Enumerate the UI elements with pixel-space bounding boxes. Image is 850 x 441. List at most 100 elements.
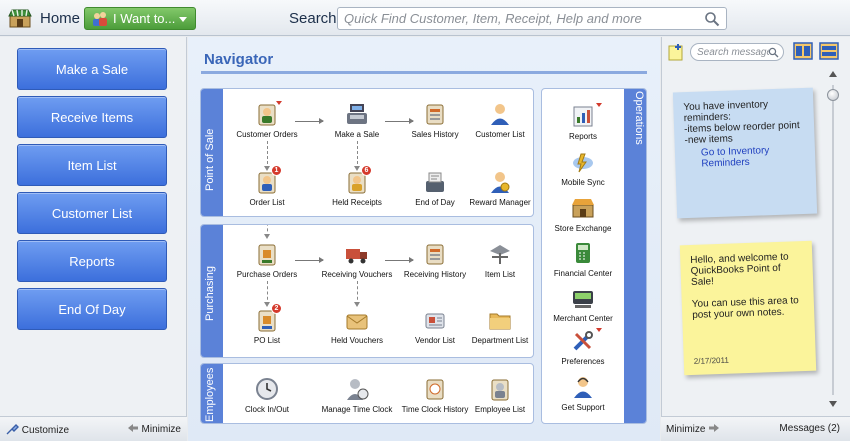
folder-icon [489, 313, 511, 330]
make-a-sale-item[interactable]: Make a Sale [312, 101, 402, 139]
customer-list-button[interactable]: Customer List [17, 192, 167, 234]
inventory-reminders-link[interactable]: Go to Inventory Reminders [701, 144, 806, 169]
home-link[interactable]: Home [40, 10, 80, 27]
reports-icon [573, 106, 593, 127]
search-icon[interactable] [768, 47, 779, 58]
i-want-to-label: I Want to... [113, 11, 176, 26]
navigator-title: Navigator [204, 51, 274, 68]
arrow-left-icon [127, 424, 138, 432]
reward-manager-item[interactable]: Reward Manager [455, 169, 533, 207]
left-footer: Customize Minimize [0, 416, 187, 441]
preferences-label: Preferences [561, 357, 605, 366]
scroll-down-icon[interactable] [829, 401, 837, 407]
flow-arrow-down [264, 225, 270, 239]
i-want-to-dropdown[interactable]: I Want to... [84, 7, 196, 30]
dropdown-flag-icon [596, 328, 602, 332]
clock-in-out-item[interactable]: Clock In/Out [222, 376, 312, 414]
get-support-item[interactable]: Get Support [542, 374, 628, 412]
customer-list-label: Customer List [475, 130, 525, 139]
scroll-thumb[interactable] [827, 89, 839, 101]
employee-list-item[interactable]: Employee List [455, 376, 533, 414]
new-note-icon[interactable] [668, 43, 684, 61]
delivery-truck-icon [346, 249, 367, 264]
merchant-center-item[interactable]: Merchant Center [542, 285, 628, 323]
reward-manager-icon [491, 172, 510, 193]
reports-button[interactable]: Reports [17, 240, 167, 282]
financial-center-item[interactable]: Financial Center [542, 240, 628, 278]
customize-label: Customize [21, 425, 70, 436]
minimize-left-button[interactable]: Minimize [127, 423, 181, 435]
welcome-text: Hello, and welcome to QuickBooks Point o… [690, 251, 789, 288]
merchant-center-label: Merchant Center [553, 314, 613, 323]
sales-history-icon [426, 104, 444, 125]
purchase-orders-icon [258, 244, 276, 266]
dropdown-flag-icon [596, 103, 602, 107]
clock-in-out-label: Clock In/Out [244, 405, 289, 414]
held-receipts-item[interactable]: 6 Held Receipts [312, 165, 402, 207]
reward-manager-label: Reward Manager [469, 198, 531, 207]
messages-count[interactable]: Messages (2) [779, 423, 840, 434]
navigator-divider [201, 71, 647, 74]
held-receipts-label: Held Receipts [332, 198, 382, 207]
preferences-item[interactable]: Preferences [542, 328, 628, 366]
reports-label: Reports [568, 132, 597, 141]
held-receipts-badge: 6 [361, 165, 372, 176]
employee-list-icon [491, 379, 509, 401]
customize-link[interactable]: Customize [6, 423, 69, 436]
customer-icon [491, 104, 509, 125]
order-list-item[interactable]: 1 Order List [222, 165, 312, 207]
tile-view-icon[interactable] [793, 42, 813, 60]
store-home-icon[interactable] [8, 8, 32, 28]
po-list-item[interactable]: 2 PO List [222, 303, 312, 345]
time-clock-history-icon [426, 379, 444, 400]
purchasing-section: Purchasing Purchase Orders Receiving Vou… [200, 224, 534, 358]
quick-find-box [337, 7, 727, 30]
navigator-panel: Navigator Point of Sale Customer Orders … [188, 37, 660, 441]
mobile-sync-label: Mobile Sync [561, 178, 605, 187]
flow-arrow-down [354, 141, 360, 171]
purchasing-label: Purchasing [204, 265, 216, 321]
dropdown-flag-icon [276, 101, 282, 105]
scroll-up-icon[interactable] [829, 71, 837, 77]
store-exchange-item[interactable]: Store Exchange [542, 195, 628, 233]
flow-arrow-down [264, 281, 270, 307]
arrow-right-icon [709, 424, 720, 432]
store-exchange-label: Store Exchange [554, 224, 612, 233]
item-list-item[interactable]: Item List [455, 241, 533, 279]
purchasing-tab: Purchasing [201, 225, 223, 357]
held-vouchers-item[interactable]: Held Vouchers [312, 307, 402, 345]
list-view-icon[interactable] [819, 42, 839, 60]
po-list-label: PO List [253, 336, 281, 345]
search-icon[interactable] [704, 11, 720, 27]
financial-center-icon [576, 243, 590, 263]
department-list-item[interactable]: Department List [455, 307, 533, 345]
order-list-badge: 1 [271, 165, 282, 176]
customer-list-item[interactable]: Customer List [455, 101, 533, 139]
flow-arrow-down [354, 281, 360, 307]
flow-arrow-down [264, 141, 270, 171]
get-support-label: Get Support [561, 403, 605, 412]
support-person-icon [574, 377, 592, 398]
item-list-icon [490, 245, 510, 264]
employees-label: Employees [204, 367, 216, 422]
mobile-sync-item[interactable]: Mobile Sync [542, 149, 628, 187]
messages-scrollbar[interactable] [827, 71, 839, 411]
receive-items-button[interactable]: Receive Items [17, 96, 167, 138]
quick-find-input[interactable] [344, 10, 694, 27]
minimize-right-button[interactable]: Minimize [666, 423, 720, 435]
customer-orders-item[interactable]: Customer Orders [222, 101, 312, 139]
inventory-reminder-note[interactable]: You have inventory reminders: -items bel… [672, 87, 818, 219]
reports-item[interactable]: Reports [542, 103, 628, 141]
held-vouchers-icon [346, 314, 368, 330]
end-of-day-button[interactable]: End Of Day [17, 288, 167, 330]
mobile-sync-icon [573, 153, 593, 173]
welcome-note[interactable]: Hello, and welcome to QuickBooks Point o… [679, 240, 817, 376]
manage-time-clock-item[interactable]: Manage Time Clock [312, 376, 402, 414]
make-a-sale-button[interactable]: Make a Sale [17, 48, 167, 90]
scroll-track[interactable] [832, 85, 834, 395]
message-search-input[interactable] [697, 46, 769, 59]
minimize-label: Minimize [141, 424, 181, 435]
welcome-text: You can use this area to post your own n… [691, 295, 799, 321]
item-list-button[interactable]: Item List [17, 144, 167, 186]
manage-time-clock-icon [347, 379, 369, 400]
